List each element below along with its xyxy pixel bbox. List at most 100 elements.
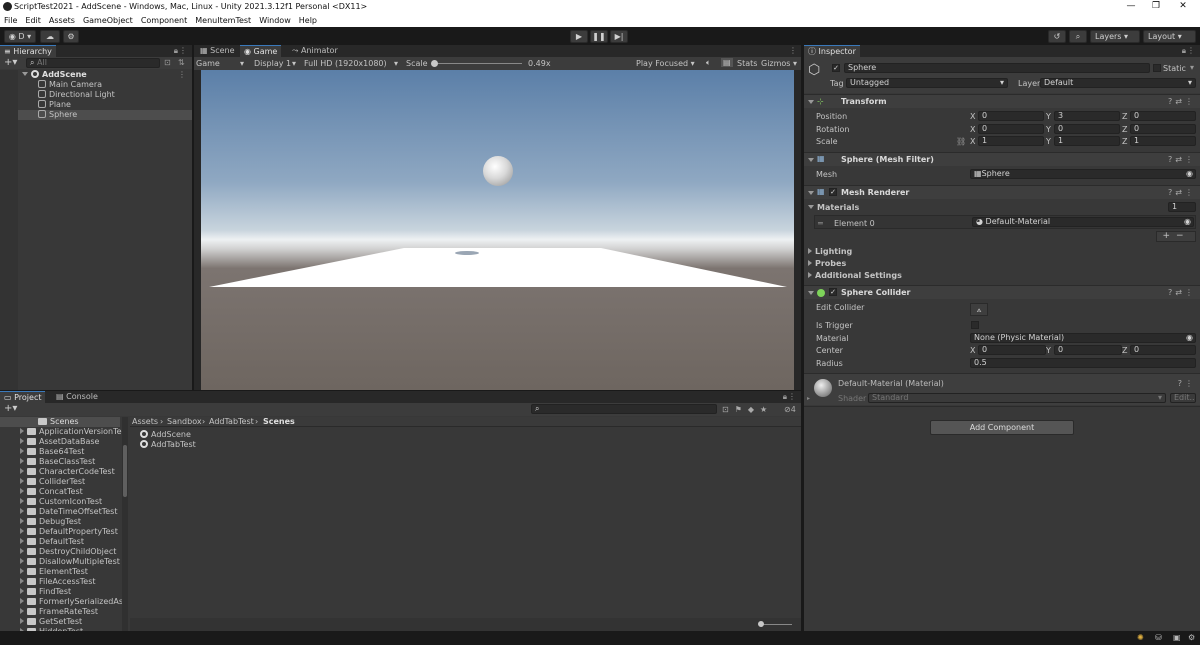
- is-trigger-checkbox[interactable]: [971, 321, 979, 329]
- pause-button[interactable]: ❚❚: [590, 30, 608, 43]
- transform-scale-x-field[interactable]: 1: [978, 136, 1044, 146]
- lighting-foldout[interactable]: Lighting: [808, 247, 852, 256]
- mesh-field[interactable]: ▦Sphere ◉: [970, 169, 1196, 179]
- additional-settings-foldout[interactable]: Additional Settings: [808, 271, 902, 280]
- folder-item[interactable]: FrameRateTest: [20, 607, 98, 616]
- static-checkbox[interactable]: [1153, 64, 1161, 72]
- component-menu-icons[interactable]: ?⇄⋮: [1168, 155, 1196, 164]
- component-menu-icons[interactable]: ?⇄⋮: [1168, 288, 1196, 297]
- tab-game[interactable]: ◉ Game: [240, 45, 282, 57]
- layer-dropdown[interactable]: Default ▾: [1040, 78, 1196, 88]
- constrain-proportions-icon[interactable]: ⛓: [956, 137, 966, 146]
- project-lock-icon[interactable]: 🔒︎: [783, 392, 787, 402]
- collider-material-field[interactable]: None (Physic Material) ◉: [970, 333, 1196, 343]
- search-icon[interactable]: ⌕: [1069, 30, 1087, 43]
- minimize-icon[interactable]: —: [1118, 0, 1144, 14]
- cloud-icon[interactable]: ☁: [40, 30, 60, 43]
- inspector-lock-icon[interactable]: 🔒︎: [1182, 46, 1186, 56]
- object-name-field[interactable]: Sphere: [844, 63, 1150, 73]
- probes-foldout[interactable]: Probes: [808, 259, 846, 268]
- history-icon[interactable]: ↺: [1048, 30, 1066, 43]
- breadcrumb-sandbox[interactable]: Sandbox: [167, 417, 202, 426]
- folder-item[interactable]: Base64Test: [20, 447, 84, 456]
- element-0-field[interactable]: ◕ Default-Material ◉: [972, 217, 1194, 227]
- folder-item[interactable]: FormerlySerializedAsTe: [20, 597, 128, 606]
- folder-item[interactable]: FindTest: [20, 587, 71, 596]
- folder-item[interactable]: ApplicationVersionTest: [20, 427, 128, 436]
- folder-item[interactable]: FileAccessTest: [20, 577, 96, 586]
- create-plus-icon[interactable]: +▾: [4, 57, 17, 68]
- edit-collider-button[interactable]: ⟑: [970, 303, 988, 316]
- search-scene-icon[interactable]: ⇅: [178, 58, 185, 67]
- transform-rotation-z-field[interactable]: 0: [1130, 123, 1196, 134]
- mesh-filter-header[interactable]: ▦ Sphere (Mesh Filter) ?⇄⋮: [804, 152, 1200, 166]
- tab-inspector[interactable]: ⓘ Inspector: [804, 45, 860, 57]
- asset-addscene[interactable]: AddScene: [140, 430, 191, 439]
- icon-size-slider-track[interactable]: [762, 624, 792, 625]
- audio-icon[interactable]: 🔈︎: [706, 58, 711, 68]
- project-kebab-icon[interactable]: ⋮: [788, 392, 796, 401]
- menu-edit[interactable]: Edit: [25, 16, 41, 25]
- folder-item[interactable]: DefaultPropertyTest: [20, 527, 118, 536]
- game-mode-dropdown[interactable]: Game ▾: [196, 59, 248, 68]
- layers-dropdown[interactable]: Layers ▾: [1090, 30, 1140, 43]
- maximize-icon[interactable]: ❐: [1143, 0, 1169, 14]
- folder-item[interactable]: CustomIconTest: [20, 497, 102, 506]
- folder-item[interactable]: ElementTest: [20, 567, 88, 576]
- transform-scale-y-field[interactable]: 1: [1054, 136, 1120, 146]
- menu-help[interactable]: Help: [299, 16, 317, 25]
- folder-scenes[interactable]: Scenes: [38, 417, 79, 426]
- stats-toggle-icon[interactable]: ▤: [721, 58, 733, 67]
- scene-kebab-icon[interactable]: ⋮: [178, 70, 186, 79]
- menu-gameobject[interactable]: GameObject: [83, 16, 133, 25]
- package-icon[interactable]: ▣: [1173, 633, 1181, 642]
- hierarchy-search-input[interactable]: ⌕ All: [26, 58, 160, 68]
- component-menu-icons[interactable]: ?⇄⋮: [1168, 188, 1196, 197]
- folder-item[interactable]: DateTimeOffsetTest: [20, 507, 118, 516]
- asset-addtabtest[interactable]: AddTabTest: [140, 440, 196, 449]
- materials-add-remove[interactable]: +−: [1156, 231, 1196, 242]
- sphere-collider-header[interactable]: ✓ Sphere Collider ?⇄⋮: [804, 285, 1200, 299]
- shader-dropdown[interactable]: Standard ▾: [868, 393, 1166, 403]
- material-menu-icons[interactable]: ?⋮: [1178, 379, 1196, 388]
- mesh-renderer-header[interactable]: ▦ ✓ Mesh Renderer ?⇄⋮: [804, 185, 1200, 199]
- mesh-renderer-enabled-checkbox[interactable]: ✓: [829, 188, 837, 196]
- resolution-dropdown[interactable]: Full HD (1920x1080) ▾: [304, 59, 402, 68]
- play-focused-dropdown[interactable]: Play Focused ▾: [636, 59, 695, 68]
- icon-size-slider-handle[interactable]: [758, 621, 764, 627]
- shader-edit-button[interactable]: Edit...: [1170, 393, 1196, 403]
- hierarchy-item-main-camera[interactable]: Main Camera: [38, 80, 192, 90]
- tab-hierarchy[interactable]: ≡ Hierarchy: [0, 45, 56, 57]
- menu-menuitemtest[interactable]: MenuItemTest: [195, 16, 251, 25]
- step-button[interactable]: ▶|: [610, 30, 628, 43]
- folder-item[interactable]: DefaultTest: [20, 537, 84, 546]
- center-x-field[interactable]: 0: [978, 345, 1046, 355]
- transform-scale-z-field[interactable]: 1: [1130, 136, 1196, 146]
- folder-item[interactable]: ColliderTest: [20, 477, 85, 486]
- tab-console[interactable]: ▤ Console: [52, 391, 102, 403]
- game-kebab-icon[interactable]: ⋮: [789, 46, 797, 55]
- folder-item[interactable]: AssetDataBase: [20, 437, 99, 446]
- tab-scene[interactable]: ▦ Scene: [196, 45, 239, 57]
- kebab-menu-icon[interactable]: ⋮: [179, 46, 187, 55]
- active-checkbox[interactable]: ✓: [832, 64, 840, 72]
- menu-file[interactable]: File: [4, 16, 17, 25]
- tab-project[interactable]: ▭ Project: [0, 391, 46, 403]
- project-search-input[interactable]: ⌕: [531, 404, 717, 414]
- add-component-button[interactable]: Add Component: [930, 420, 1074, 435]
- materials-count-field[interactable]: 1: [1168, 202, 1196, 212]
- folder-item[interactable]: DisallowMultipleTest: [20, 557, 120, 566]
- folder-tree-scroll-thumb[interactable]: [123, 445, 127, 497]
- breadcrumb-addtabtest[interactable]: AddTabTest: [209, 417, 254, 426]
- filter-icon[interactable]: ⊡: [164, 58, 171, 67]
- folder-item[interactable]: CharacterCodeTest: [20, 467, 115, 476]
- project-filter-icons[interactable]: ⊡⚑◆★: [722, 405, 773, 414]
- cache-server-icon[interactable]: ⛁: [1155, 633, 1162, 642]
- hierarchy-item-directional-light[interactable]: Directional Light: [38, 90, 192, 100]
- radius-field[interactable]: 0.5: [970, 358, 1196, 368]
- project-create-plus-icon[interactable]: +▾: [4, 403, 17, 414]
- play-button[interactable]: ▶: [570, 30, 588, 43]
- collab-icon[interactable]: ⚙: [63, 30, 79, 43]
- inspector-kebab-icon[interactable]: ⋮: [1187, 46, 1195, 55]
- transform-header[interactable]: ⊹ Transform ?⇄⋮: [804, 94, 1200, 108]
